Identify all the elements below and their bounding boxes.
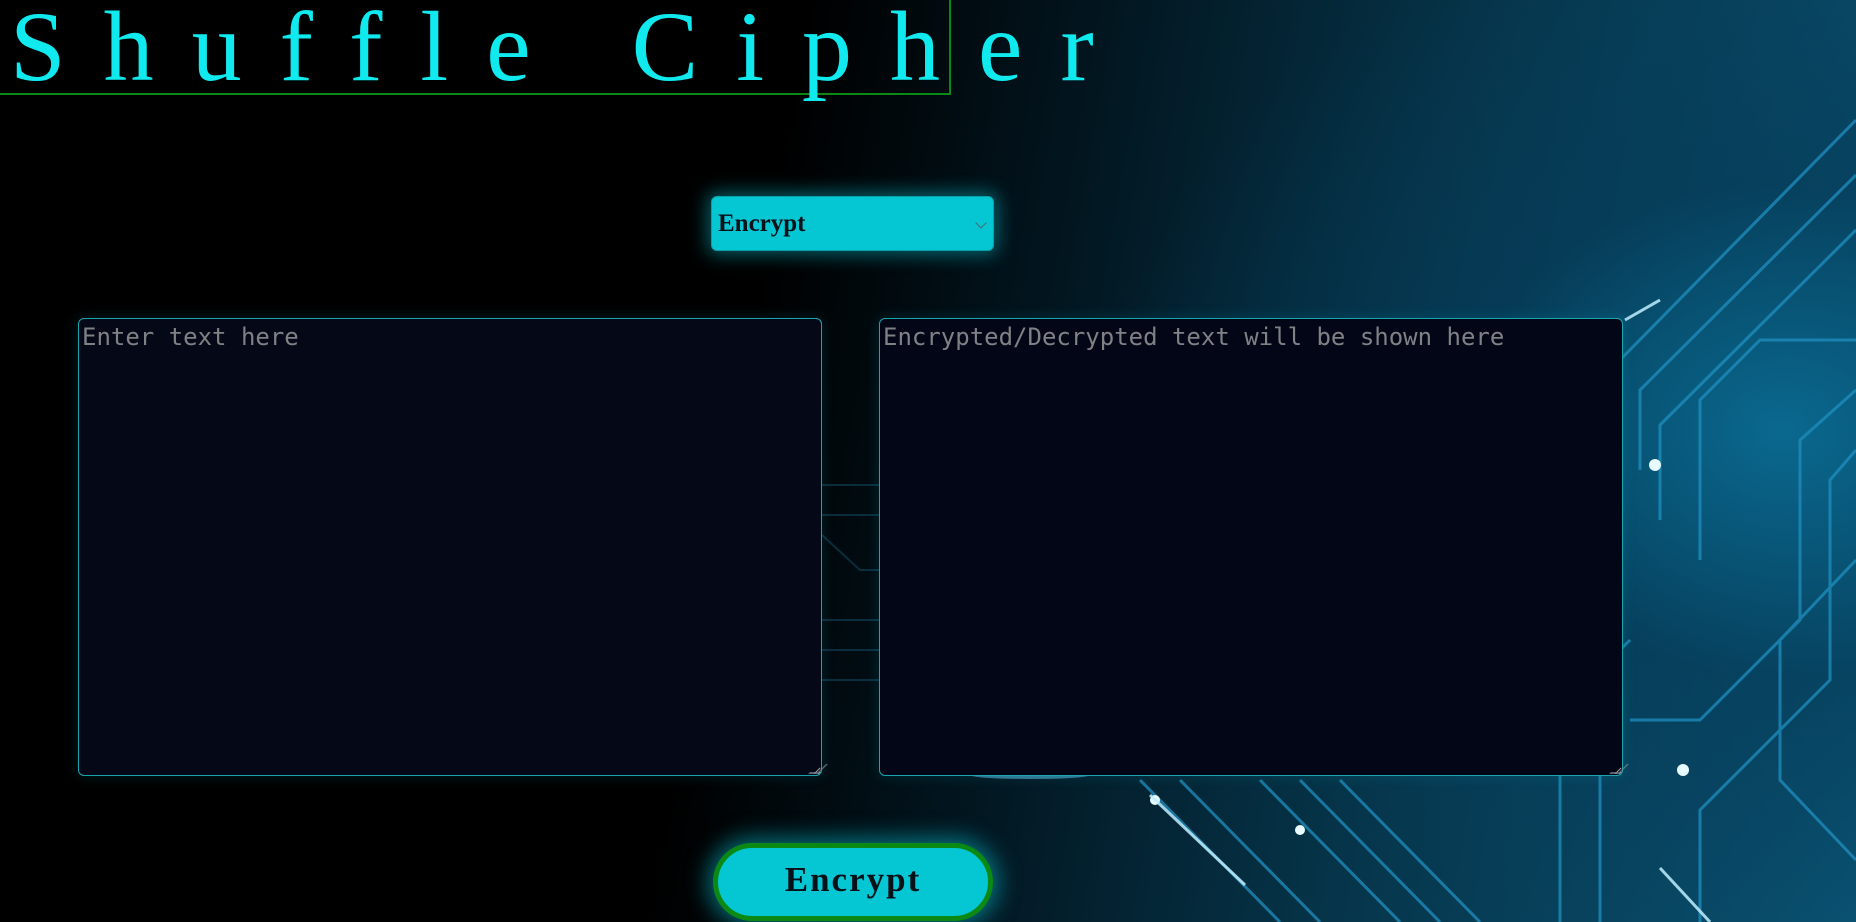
output-textarea[interactable] [879,318,1623,776]
input-textarea[interactable] [78,318,822,776]
title-box: Shuffle Cipher [0,0,1094,102]
mode-select[interactable]: Encrypt [711,196,994,251]
encrypt-button[interactable]: Encrypt [713,843,993,921]
page-title: Shuffle Cipher [10,0,1132,102]
chevron-down-icon [975,217,987,229]
mode-select-value: Encrypt [718,209,806,237]
